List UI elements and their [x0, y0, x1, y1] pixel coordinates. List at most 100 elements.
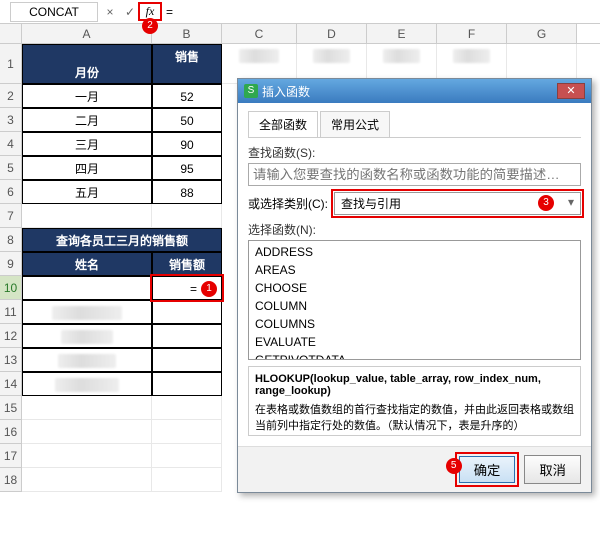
- cell-value[interactable]: 90: [152, 132, 222, 156]
- cell-month[interactable]: 二月: [22, 108, 152, 132]
- cell[interactable]: [152, 348, 222, 372]
- cell-value[interactable]: 50: [152, 108, 222, 132]
- table1-header-month: 月份: [22, 44, 152, 84]
- cell[interactable]: [22, 396, 152, 420]
- col-header[interactable]: F: [437, 24, 507, 43]
- row-header[interactable]: 3: [0, 108, 22, 132]
- ok-button[interactable]: 确定: [459, 456, 516, 483]
- row-header[interactable]: 13: [0, 348, 22, 372]
- row-header[interactable]: 17: [0, 444, 22, 468]
- col-header[interactable]: A: [22, 24, 152, 43]
- active-cell-b10[interactable]: = 1: [152, 276, 222, 300]
- row-header[interactable]: 4: [0, 132, 22, 156]
- app-logo-icon: S: [244, 84, 258, 98]
- accept-formula-icon[interactable]: ✓: [120, 5, 140, 19]
- row-header[interactable]: 10: [0, 276, 22, 300]
- col-header[interactable]: C: [222, 24, 297, 43]
- row-header[interactable]: 18: [0, 468, 22, 492]
- row-header[interactable]: 6: [0, 180, 22, 204]
- row-header[interactable]: 2: [0, 84, 22, 108]
- cell-month[interactable]: 四月: [22, 156, 152, 180]
- col-header[interactable]: E: [367, 24, 437, 43]
- table1-header-sales: 销售: [152, 44, 222, 84]
- category-select[interactable]: 查找与引用 3: [334, 192, 581, 215]
- dialog-tabs: 全部函数 常用公式: [248, 111, 581, 138]
- row-header[interactable]: 11: [0, 300, 22, 324]
- col-header[interactable]: B: [152, 24, 222, 43]
- select-all-corner[interactable]: [0, 24, 22, 43]
- fx-button[interactable]: fx 2: [140, 4, 160, 19]
- tab-all-functions[interactable]: 全部函数: [248, 111, 318, 137]
- fn-item[interactable]: AREAS: [249, 261, 580, 279]
- row-header[interactable]: 5: [0, 156, 22, 180]
- callout-badge-5: 5: [446, 458, 462, 474]
- cell-content: =: [190, 282, 197, 296]
- cell[interactable]: [152, 372, 222, 396]
- formula-bar: CONCAT × ✓ fx 2 =: [0, 0, 600, 24]
- table2-col-name: 姓名: [22, 252, 152, 276]
- cell[interactable]: [152, 444, 222, 468]
- cancel-formula-icon[interactable]: ×: [100, 5, 120, 19]
- function-list-label: 选择函数(N):: [248, 221, 581, 238]
- row-header[interactable]: 16: [0, 420, 22, 444]
- cell[interactable]: [22, 348, 152, 372]
- cell[interactable]: [22, 420, 152, 444]
- name-box[interactable]: CONCAT: [10, 2, 98, 22]
- callout-badge-1: 1: [201, 281, 217, 297]
- cell[interactable]: [152, 468, 222, 492]
- function-desc-text: 在表格或数值数组的首行查找指定的数值，并由此返回表格或数组当前列中指定行处的数值…: [255, 401, 574, 433]
- fx-icon: fx: [146, 4, 155, 18]
- category-label: 或选择类别(C):: [248, 195, 328, 212]
- cell[interactable]: [22, 372, 152, 396]
- search-input[interactable]: [248, 163, 581, 186]
- cell-value[interactable]: 52: [152, 84, 222, 108]
- cell[interactable]: [22, 204, 152, 228]
- fn-item[interactable]: CHOOSE: [249, 279, 580, 297]
- cell[interactable]: [152, 324, 222, 348]
- cell[interactable]: [152, 300, 222, 324]
- cancel-button[interactable]: 取消: [524, 455, 581, 484]
- cell-value[interactable]: 88: [152, 180, 222, 204]
- callout-badge-3: 3: [538, 195, 554, 211]
- cell[interactable]: [152, 204, 222, 228]
- fn-item[interactable]: EVALUATE: [249, 333, 580, 351]
- cell[interactable]: [152, 420, 222, 444]
- cell[interactable]: [22, 276, 152, 300]
- dialog-buttons: 5 确定 取消: [238, 446, 591, 492]
- callout-badge-2: 2: [142, 18, 158, 34]
- insert-function-dialog: S 插入函数 ✕ 全部函数 常用公式 查找函数(S): 或选择类别(C): 查找…: [237, 78, 592, 493]
- tab-common-formulas[interactable]: 常用公式: [320, 111, 390, 137]
- cell[interactable]: [22, 468, 152, 492]
- fn-item[interactable]: COLUMNS: [249, 315, 580, 333]
- fn-item[interactable]: GETPIVOTDATA: [249, 351, 580, 360]
- table2-col-sales: 销售额: [152, 252, 222, 276]
- function-list[interactable]: ADDRESS AREAS CHOOSE COLUMN COLUMNS EVAL…: [248, 240, 581, 360]
- function-signature: HLOOKUP(lookup_value, table_array, row_i…: [255, 373, 574, 397]
- cell[interactable]: [22, 444, 152, 468]
- function-description: HLOOKUP(lookup_value, table_array, row_i…: [248, 366, 581, 436]
- category-value: 查找与引用: [341, 197, 401, 211]
- cell-value[interactable]: 95: [152, 156, 222, 180]
- col-header[interactable]: D: [297, 24, 367, 43]
- cell[interactable]: [22, 300, 152, 324]
- cell[interactable]: [152, 396, 222, 420]
- row-header[interactable]: 7: [0, 204, 22, 228]
- fn-item[interactable]: ADDRESS: [249, 243, 580, 261]
- cell-month[interactable]: 五月: [22, 180, 152, 204]
- cell[interactable]: [22, 324, 152, 348]
- row-header[interactable]: 9: [0, 252, 22, 276]
- cell-month[interactable]: 三月: [22, 132, 152, 156]
- cell-month[interactable]: 一月: [22, 84, 152, 108]
- dialog-titlebar[interactable]: S 插入函数 ✕: [238, 79, 591, 103]
- fn-item[interactable]: COLUMN: [249, 297, 580, 315]
- row-header[interactable]: 1: [0, 44, 22, 84]
- search-label: 查找函数(S):: [248, 144, 581, 161]
- row-header[interactable]: 15: [0, 396, 22, 420]
- formula-input[interactable]: =: [160, 3, 600, 21]
- row-header[interactable]: 12: [0, 324, 22, 348]
- close-icon[interactable]: ✕: [557, 83, 585, 99]
- row-header[interactable]: 14: [0, 372, 22, 396]
- col-header[interactable]: G: [507, 24, 577, 43]
- row-header[interactable]: 8: [0, 228, 22, 252]
- dialog-title: 插入函数: [262, 83, 310, 100]
